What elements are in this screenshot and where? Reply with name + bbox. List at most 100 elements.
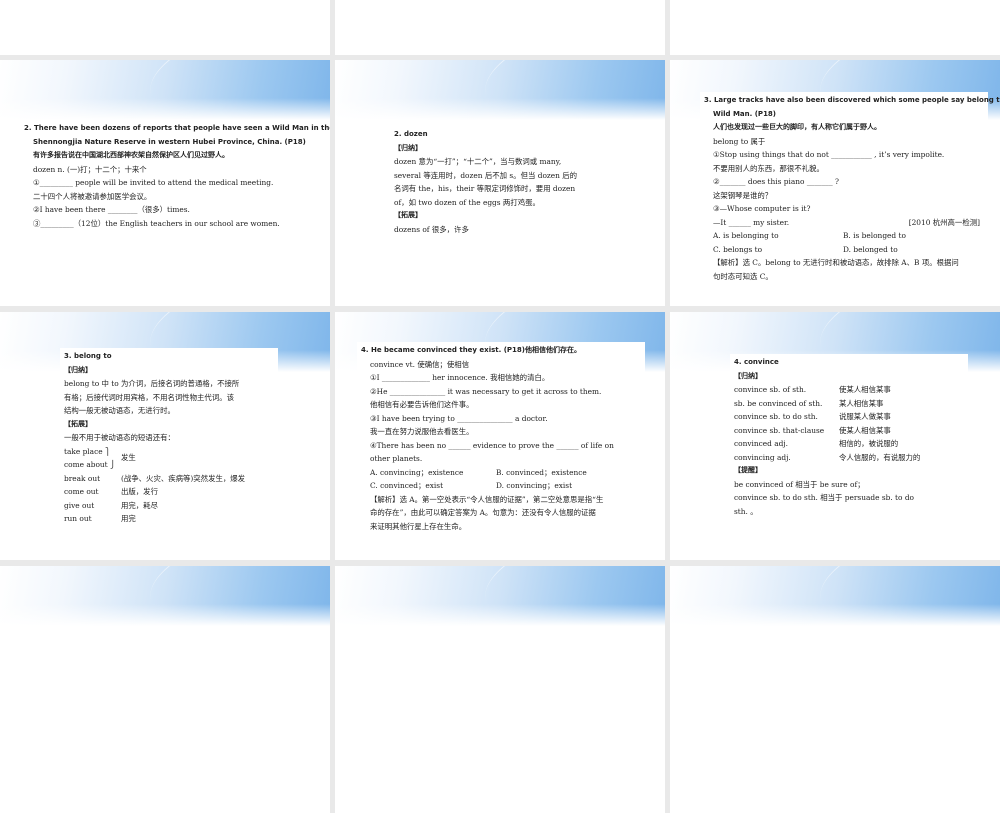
text-line: 来证明其他行星上存在生命。 [370,521,467,531]
slide-text-box: 4. He became convinced they exist. (P18)… [357,342,645,535]
text-line: 3. belong to [64,352,112,360]
text-line: dozen 意为“一打”；“十二个”，当与数词或 many, [394,157,562,166]
text-column: 令人信服的，有说服力的 [839,452,921,462]
text-line: 人们也发现过一些巨大的脚印，有人称它们属于野人。 [713,123,881,131]
text-line: ②I have been there ________（很多）times. [33,205,190,214]
text-line: convince sb. to do sth. 相当于 persuade sb.… [734,493,914,502]
text-line: 2. dozen [394,130,428,138]
text-line: ②_______ does this piano _______ ? [713,177,840,186]
text-line: 3. Large tracks have also been discovere… [704,96,1000,104]
text-line: belong to 属于 [713,136,766,146]
text-line: C. convinced；exist D. convincing；exist [361,479,641,493]
text-line: ③_________（12位）the English teachers in o… [33,218,280,228]
text-line: come out 出版，发行 [64,485,274,499]
slide-text-box: 3. belong to 【归纳】 belong to 中 to 为介词，后接名词的… [60,348,278,528]
text-line: 句时态可知选 C。 [713,271,773,281]
text-line: dozens of 很多，许多 [394,224,469,234]
text-line: ③—Whose computer is it? [713,204,811,213]
text-line: 这架钢琴是谁的？ [713,190,773,200]
text-line: several 等连用时，dozen 后不加 s。但当 dozen 后的 [394,170,578,180]
text-line: 2. There have been dozens of reports tha… [24,124,330,132]
text-column: A. is belonging to [713,231,779,240]
text-line: 【归纳】 [394,143,422,152]
text-column: 使某人相信某事 [839,385,891,394]
text-line: 一般不用于被动语态的短语还有： [64,433,175,442]
text-line: come about ⎭ 发生 [64,453,274,472]
text-line: convince sb. to do sth. 说服某人做某事 [734,410,964,424]
slide-text-box: 4. convince 【归纳】 convince sb. of sth. 使某人相信… [730,354,968,520]
text-line: 他相信有必要告诉他们这件事。 [370,400,474,409]
text-line: 【提醒】 [734,466,762,474]
text-line: run out 用完 [64,512,274,526]
text-column: B. is belonged to [843,231,906,240]
text-line: sth. 。 [734,506,758,516]
text-line: 有许多报告说在中国湖北西部神农架自然保护区人们见过野人。 [33,151,229,159]
slide-text-box: 2. There have been dozens of reports tha… [20,120,330,232]
text-line: 4. convince [734,358,779,366]
text-column: C. convinced；exist [370,481,444,490]
slide-thumbnail-r1c1[interactable]: 2. There have been dozens of reports tha… [0,60,330,306]
text-line: —It ______ my sister. [2010 杭州高一检测] [704,216,984,230]
text-line: Wild Man. (P18) [713,109,777,118]
slide-thumbnail-r2c3[interactable]: 4. convince 【归纳】 convince sb. of sth. 使某人相信… [670,312,1000,560]
text-column: break out [64,473,101,483]
text-line: of，如 two dozen of the eggs 两打鸡蛋。 [394,197,540,207]
text-line: 【解析】选 A。第一空处表示“令人信服的证据”，第二空处意思是指“生 [370,494,604,504]
text-line: belong to 中 to 为介词，后接名词的普通格，不接所 [64,379,240,388]
text-column: run out [64,514,92,523]
slide-thumbnail-r1c2[interactable]: 2. dozen 【归纳】 dozen 意为“一打”；“十二个”，当与数词或 man… [335,60,665,306]
slide-header-banner [0,60,330,120]
text-line: A. convincing；existence B. convinced；exis… [361,466,641,480]
text-line: 【拓展】 [64,419,92,428]
slide-thumbnail-r0c3[interactable]: 不允许某人做某事(常用于否定句中)。 [670,0,1000,55]
text-column: convince sb. that-clause [734,425,825,435]
text-column: 相信的，被说服的 [839,439,899,448]
text-column: C. belongs to [713,244,763,254]
text-column: 出版，发行 [121,487,158,496]
slide-thumbnail-r2c2[interactable]: 4. He became convinced they exist. (P18)… [335,312,665,560]
text-line: C. belongs to D. belonged to [704,243,984,257]
text-line: ③I have been trying to _______________ a… [370,413,548,423]
text-column: come out [64,487,99,496]
text-line: take place ⎫ [64,445,274,459]
text-column: convince sb. of sth. [734,385,807,394]
text-line: other planets. [370,454,423,463]
text-column: A. convincing；existence [370,467,464,477]
text-line: 结构一般无被动语态，无进行时。 [64,406,175,415]
slide-thumbnail-r0c2[interactable]: A. speakB. speakingC. to speakD. spoken【… [335,0,665,55]
slide-thumbnail-r0c1[interactable] [0,0,330,55]
text-column: 用完，耗尽 [121,500,158,510]
text-line: ④There has been no ______ evidence to pr… [370,440,614,450]
slide-thumbnail-r3c1[interactable] [0,566,330,813]
text-line: ①_________ people will be invited to att… [33,178,274,187]
slide-text-box: 2. dozen 【归纳】 dozen 意为“一打”；“十二个”，当与数词或 man… [390,126,623,238]
text-line: be convinced of 相当于 be sure of； [734,479,865,489]
text-line: 命的存在”，由此可以确定答案为 A。句意为：还没有令人信服的证据 [370,508,596,517]
text-column: convincing adj. [734,452,791,462]
text-line: convince sb. that-clause 使某人相信某事 [734,424,964,438]
text-column: 使某人相信某事 [839,425,891,435]
text-line: 名词有 the，his，their 等限定词修饰时，要用 dozen [394,184,576,193]
text-line: convincing adj. 令人信服的，有说服力的 [734,451,964,465]
slide-thumbnail-r1c3[interactable]: 3. Large tracks have also been discovere… [670,60,1000,306]
text-column: D. convincing；exist [496,481,573,490]
text-column: [2010 杭州高一检测] [908,217,980,227]
text-line: break out (战争、火灾、疾病等)突然发生，爆发 [64,472,274,486]
text-line: ①Stop using things that do not _________… [713,150,945,159]
text-line: 【归纳】 [734,371,762,380]
text-column: take place ⎫ [64,446,111,456]
slide-thumbnail-r2c1[interactable]: 3. belong to 【归纳】 belong to 中 to 为介词，后接名词的… [0,312,330,560]
text-column: (战争、火灾、疾病等)突然发生，爆发 [121,473,246,483]
text-column: 用完 [121,514,136,523]
slide-header-banner [335,566,665,626]
text-line: 二十四个人将被邀请参加医学会议。 [33,191,152,201]
text-line: Shennongjia Nature Reserve in western Hu… [33,137,306,146]
slide-header-banner [670,566,1000,626]
text-column: D. belonged to [843,244,898,254]
slide-thumbnail-r3c2[interactable] [335,566,665,813]
text-line: convinced adj. 相信的，被说服的 [734,437,964,451]
slide-thumbnail-r3c3[interactable] [670,566,1000,813]
text-column: 发生 [121,453,136,462]
text-column: sb. be convinced of sth. [734,398,823,408]
text-line: 【归纳】 [64,365,92,374]
